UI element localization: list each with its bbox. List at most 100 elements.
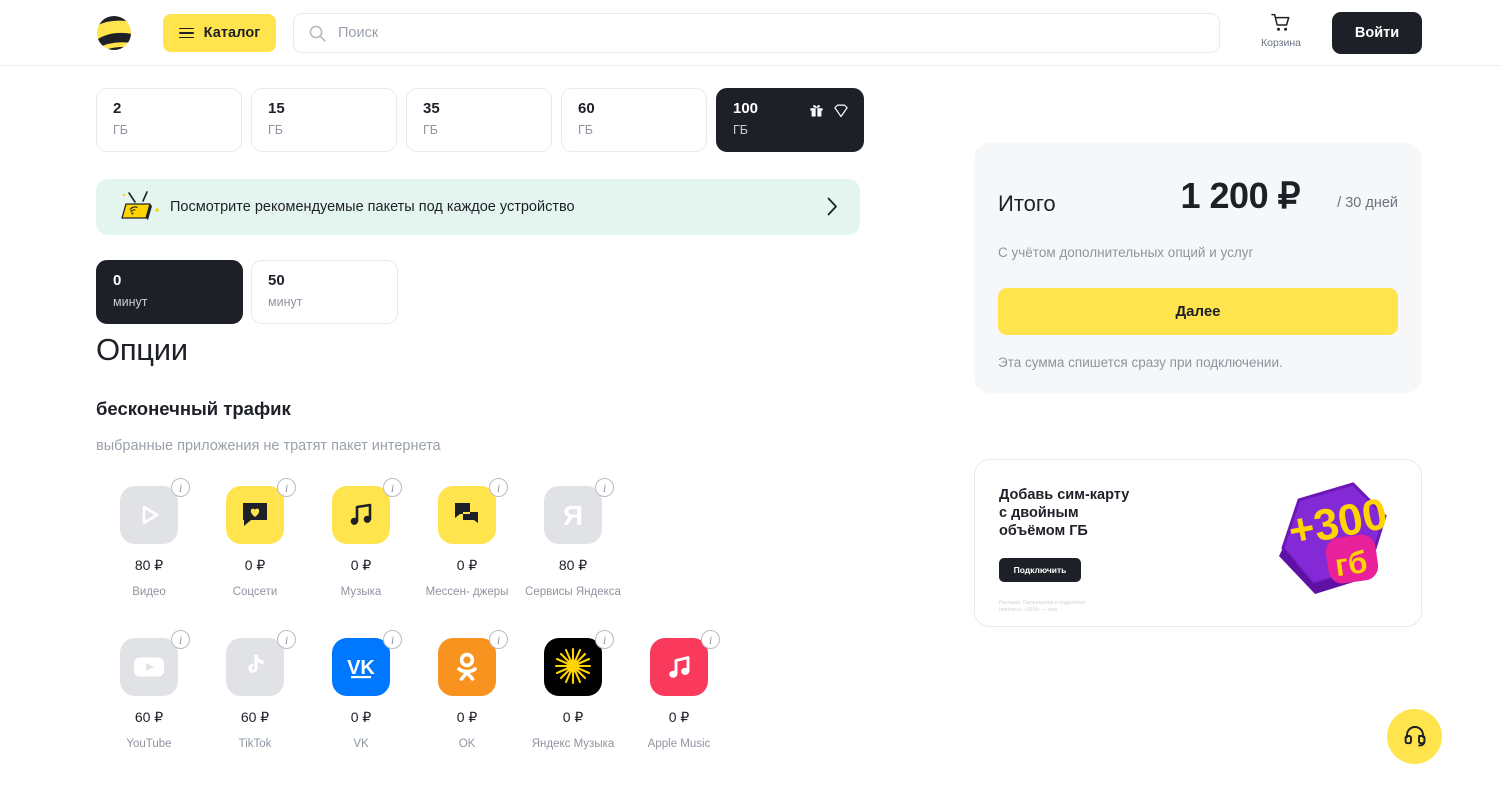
site-header: Каталог Корзина Войти — [0, 0, 1500, 66]
app-options-row-1: i 80 ₽ Видео i 0 ₽ Соцсети i 0 ₽ Музыка … — [96, 478, 626, 600]
gb-option-100[interactable]: 100 ГБ — [716, 88, 864, 152]
gb-option-value: 60 — [578, 100, 595, 117]
gb-option-unit: ГБ — [423, 123, 438, 137]
diamond-icon — [833, 104, 849, 123]
app-price: 0 ₽ — [562, 709, 584, 725]
total-label: Итого — [998, 191, 1056, 216]
catalog-button[interactable]: Каталог — [163, 14, 276, 52]
total-note: С учётом дополнительных опций и услуг — [998, 245, 1254, 260]
odnoklassniki-icon — [438, 638, 496, 696]
info-icon[interactable]: i — [489, 478, 508, 497]
recommended-packages-banner[interactable]: Посмотрите рекомендуемые пакеты под кажд… — [96, 179, 860, 235]
info-icon[interactable]: i — [489, 630, 508, 649]
total-summary-card: Итого 1 200 ₽ / 30 дней С учётом дополни… — [974, 143, 1422, 393]
app-option-yandex-music[interactable]: i 0 ₽ Яндекс Музыка — [520, 630, 626, 752]
section-title-unlimited-traffic: бесконечный трафик — [96, 398, 291, 419]
gb-option-value: 15 — [268, 100, 285, 117]
app-price: 60 ₽ — [134, 709, 164, 725]
cart-label: Корзина — [1261, 37, 1301, 49]
app-name: VK — [353, 738, 369, 750]
svg-text:Я: Я — [563, 500, 583, 531]
gb-option-unit: ГБ — [578, 123, 593, 137]
headset-icon — [1403, 723, 1427, 750]
info-icon[interactable]: i — [383, 630, 402, 649]
yandex-icon: Я — [544, 486, 602, 544]
video-play-icon — [120, 486, 178, 544]
yandex-music-icon — [544, 638, 602, 696]
app-option-tiktok[interactable]: i 60 ₽ TikTok — [202, 630, 308, 752]
cart-icon — [1258, 12, 1304, 32]
app-option-socials[interactable]: i 0 ₽ Соцсети — [202, 478, 308, 600]
search-bar[interactable] — [293, 13, 1220, 53]
catalog-button-label: Каталог — [203, 25, 261, 41]
info-icon[interactable]: i — [383, 478, 402, 497]
ad-connect-button[interactable]: Подключить — [999, 558, 1081, 582]
tiktok-icon — [226, 638, 284, 696]
music-note-icon — [332, 486, 390, 544]
cart-button[interactable]: Корзина — [1258, 12, 1304, 49]
app-price: 60 ₽ — [240, 709, 270, 725]
app-option-yandex-services[interactable]: Я i 80 ₽ Сервисы Яндекса — [520, 478, 626, 600]
app-options-row-2: i 60 ₽ YouTube i 60 ₽ TikTok VK i 0 ₽ VK… — [96, 630, 732, 752]
info-icon[interactable]: i — [171, 630, 190, 649]
info-icon[interactable]: i — [595, 478, 614, 497]
app-option-vk[interactable]: VK i 0 ₽ VK — [308, 630, 414, 752]
app-option-messengers[interactable]: i 0 ₽ Мессен- джеры — [414, 478, 520, 600]
gb-option-unit: ГБ — [733, 123, 748, 137]
minutes-option-value: 50 — [268, 272, 285, 289]
total-period: / 30 дней — [1337, 195, 1398, 211]
minutes-option-unit: минут — [268, 295, 303, 309]
total-hint: Эта сумма спишется сразу при подключении… — [998, 355, 1283, 370]
router-icon — [116, 190, 162, 224]
app-option-apple-music[interactable]: i 0 ₽ Apple Music — [626, 630, 732, 752]
app-name: Сервисы Яндекса — [525, 586, 621, 598]
info-icon[interactable]: i — [595, 630, 614, 649]
burger-menu-icon — [178, 27, 194, 39]
gb-option-value: 35 — [423, 100, 440, 117]
next-button[interactable]: Далее — [998, 288, 1398, 335]
gb-option-15[interactable]: 15 ГБ — [251, 88, 397, 152]
svg-text:гб: гб — [1333, 544, 1370, 583]
app-name: Музыка — [340, 586, 382, 598]
app-name: Соцсети — [232, 586, 278, 598]
info-icon[interactable]: i — [171, 478, 190, 497]
info-icon[interactable]: i — [277, 478, 296, 497]
gb-option-60[interactable]: 60 ГБ — [561, 88, 707, 152]
login-button[interactable]: Войти — [1332, 12, 1422, 54]
app-option-ok[interactable]: i 0 ₽ OK — [414, 630, 520, 752]
app-price: 0 ₽ — [456, 557, 478, 573]
search-input[interactable] — [326, 15, 1219, 51]
chevron-right-icon[interactable] — [827, 197, 838, 221]
info-icon[interactable]: i — [701, 630, 720, 649]
vk-icon: VK — [332, 638, 390, 696]
minutes-option-value: 0 — [113, 272, 122, 289]
gb-option-unit: ГБ — [268, 123, 283, 137]
app-price: 80 ₽ — [134, 557, 164, 573]
gb-option-2[interactable]: 2 ГБ — [96, 88, 242, 152]
app-name: Яндекс Музыка — [531, 738, 615, 750]
minutes-selector: 0 минут 50 минут — [96, 260, 398, 324]
gb-option-unit: ГБ — [113, 123, 128, 137]
section-subtitle: выбранные приложения не тратят пакет инт… — [96, 438, 441, 454]
app-price: 80 ₽ — [558, 557, 588, 573]
minutes-option-50[interactable]: 50 минут — [251, 260, 398, 324]
gift-icon — [809, 103, 824, 123]
ad-legal-text: Реклама. Организатор и подробнее: beelin… — [999, 600, 1087, 613]
app-option-music[interactable]: i 0 ₽ Музыка — [308, 478, 414, 600]
app-price: 0 ₽ — [350, 709, 372, 725]
sim-card-ad-banner[interactable]: Добавь сим-карту с двойным объёмом ГБ По… — [974, 459, 1422, 627]
app-option-youtube[interactable]: i 60 ₽ YouTube — [96, 630, 202, 752]
app-price: 0 ₽ — [668, 709, 690, 725]
minutes-option-0[interactable]: 0 минут — [96, 260, 243, 324]
minutes-option-unit: минут — [113, 295, 148, 309]
data-volume-selector: 2 ГБ 15 ГБ 35 ГБ 60 ГБ 100 ГБ — [96, 88, 864, 152]
plus-300-gb-art: +300 гб — [1269, 472, 1399, 602]
banner-text: Посмотрите рекомендуемые пакеты под кажд… — [170, 199, 575, 215]
beeline-logo[interactable] — [95, 14, 133, 52]
app-option-video[interactable]: i 80 ₽ Видео — [96, 478, 202, 600]
support-chat-button[interactable] — [1387, 709, 1442, 764]
info-icon[interactable]: i — [277, 630, 296, 649]
app-price: 0 ₽ — [350, 557, 372, 573]
chat-heart-icon — [226, 486, 284, 544]
gb-option-35[interactable]: 35 ГБ — [406, 88, 552, 152]
